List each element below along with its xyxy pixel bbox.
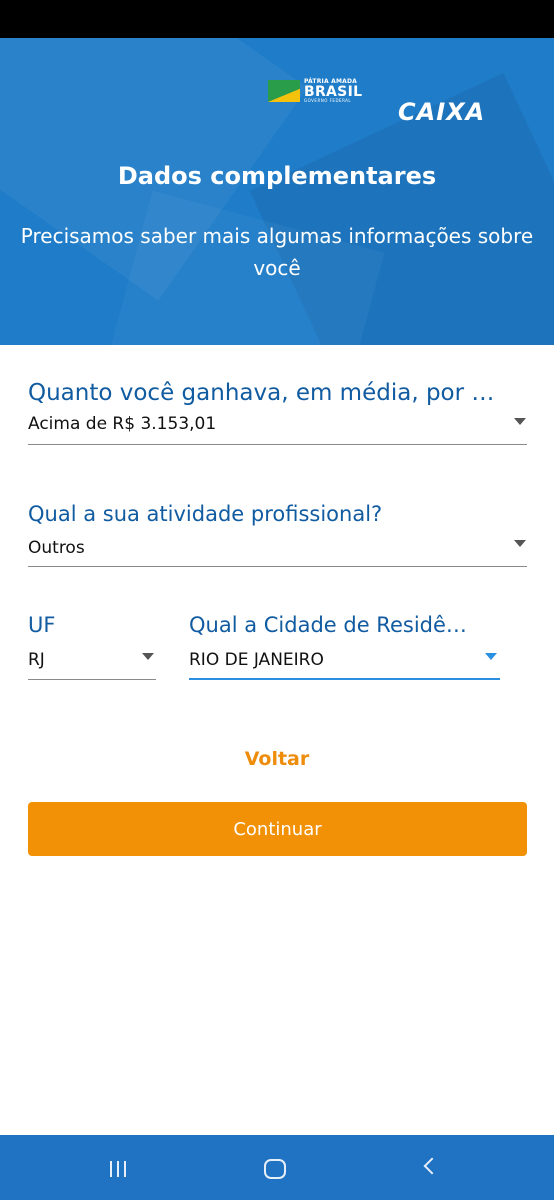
uf-underline bbox=[28, 679, 156, 680]
status-bar bbox=[0, 0, 554, 38]
continue-button[interactable]: Continuar bbox=[28, 802, 527, 856]
city-underline bbox=[189, 678, 500, 680]
patria-amada-brasil-logo: PÁTRIA AMADA BRASIL GOVERNO FEDERAL bbox=[268, 78, 362, 104]
city-select[interactable]: Qual a Cidade de Residência? RIO DE JANE… bbox=[189, 613, 500, 681]
page-title: Dados complementares bbox=[117, 162, 437, 190]
city-label: Qual a Cidade de Residência? bbox=[189, 613, 479, 637]
header-banner: PÁTRIA AMADA BRASIL GOVERNO FEDERAL CAIX… bbox=[0, 38, 554, 345]
home-icon[interactable] bbox=[264, 1159, 286, 1179]
brasil-logo-line2: BRASIL bbox=[304, 84, 363, 100]
chevron-down-icon bbox=[485, 653, 497, 660]
income-value: Acima de R$ 3.153,01 bbox=[28, 414, 217, 434]
city-value: RIO DE JANEIRO bbox=[189, 650, 324, 670]
chevron-down-icon bbox=[142, 653, 154, 660]
back-icon[interactable] bbox=[423, 1157, 441, 1175]
chevron-down-icon bbox=[514, 540, 526, 547]
page-subtitle: Precisamos saber mais algumas informaçõe… bbox=[20, 224, 534, 280]
uf-value: RJ bbox=[28, 650, 45, 670]
income-label: Quanto você ganhava, em média, por mês? bbox=[28, 380, 498, 406]
activity-label: Qual a sua atividade profissional? bbox=[28, 502, 383, 526]
income-underline bbox=[28, 444, 527, 445]
brasil-flag-icon bbox=[268, 80, 300, 102]
continue-button-label: Continuar bbox=[233, 818, 322, 840]
activity-value: Outros bbox=[28, 538, 85, 558]
chevron-down-icon bbox=[514, 418, 526, 425]
brasil-logo-line3: GOVERNO FEDERAL bbox=[304, 98, 352, 103]
back-button[interactable]: Voltar bbox=[0, 748, 554, 770]
system-nav-bar bbox=[0, 1135, 554, 1200]
activity-underline bbox=[28, 566, 527, 567]
uf-label: UF bbox=[28, 613, 56, 637]
caixa-logo: CAIXA bbox=[398, 98, 486, 126]
recent-apps-icon[interactable] bbox=[110, 1161, 126, 1177]
activity-select[interactable]: Qual a sua atividade profissional? Outro… bbox=[28, 502, 527, 568]
uf-select[interactable]: UF RJ bbox=[28, 613, 156, 681]
income-select[interactable]: Quanto você ganhava, em média, por mês? … bbox=[28, 380, 527, 446]
